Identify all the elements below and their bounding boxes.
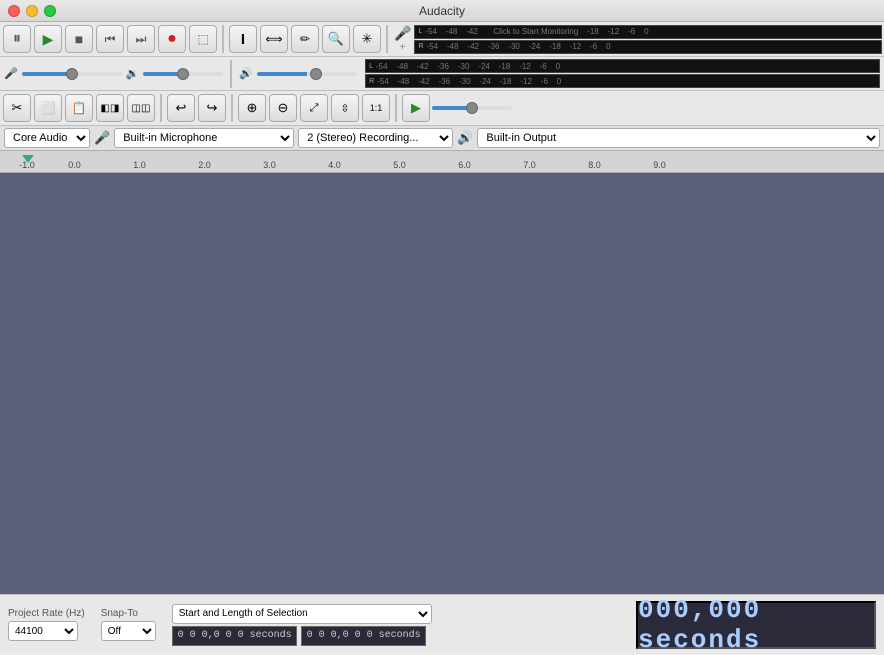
silence-button[interactable]: ◫◫	[127, 94, 155, 122]
fit-project-button[interactable]: ⤢	[300, 94, 328, 122]
ruler-tick: 8.0	[562, 160, 627, 170]
copy-button[interactable]: ⬜	[34, 94, 62, 122]
trim-button[interactable]: ◧◨	[96, 94, 124, 122]
vu-input-section: L -54 -48 -42 Click to Start Monitoring …	[414, 25, 882, 54]
sep4	[160, 94, 162, 122]
selection-mode-select[interactable]: Start and Length of Selection	[172, 604, 432, 624]
track-area	[0, 173, 884, 594]
project-rate-group: Project Rate (Hz) 44100	[8, 608, 85, 641]
ruler-tick: 4.0	[302, 160, 367, 170]
maximize-button[interactable]	[44, 5, 56, 17]
ruler-tick: 0.0	[42, 160, 107, 170]
zoom-in-button[interactable]: ⊕	[238, 94, 266, 122]
ruler-tick: 2.0	[172, 160, 237, 170]
output-device-select[interactable]: Built-in Output	[477, 128, 880, 148]
snap-to-select[interactable]: Off	[101, 621, 156, 641]
vu-output-section: L -54 -48 -42 -36 -30 -24 -18 -12 -6 0 R…	[365, 59, 880, 88]
device-row: Core Audio 🎤 Built-in Microphone 2 (Ster…	[0, 126, 884, 151]
snap-to-label: Snap-To	[101, 608, 156, 619]
vu-input-scale2: -54 -48 -42 -36 -30 -24 -18 -12 -6 0	[427, 42, 611, 51]
vu-output-scale2: -54 -48 -42 -36 -30 -24 -18 -12 -6 0	[377, 77, 561, 86]
record-button[interactable]: ●	[158, 25, 186, 53]
pause-button[interactable]: ⏸	[3, 25, 31, 53]
stop-button[interactable]: ■	[65, 25, 93, 53]
select-tool-button[interactable]: I	[229, 25, 257, 53]
big-time-display: 000,000 seconds	[636, 601, 876, 649]
project-rate-select[interactable]: 44100	[8, 621, 78, 641]
loop-button[interactable]: ⬚	[189, 25, 217, 53]
sep1	[222, 25, 224, 53]
sep5	[231, 94, 233, 122]
transport-row: ⏸ ▶ ■ ⏮ ⏭ ● ⬚ I ⟺ ✏ 🔍 ✳ 🎤 + L -54 -48 -4…	[0, 22, 884, 57]
skip-fwd-button[interactable]: ⏭	[127, 25, 155, 53]
ruler-ticks: -1.0 0.0 1.0 2.0 3.0 4.0 5.0 6.0 7.0 8.0…	[0, 160, 884, 170]
speaker-icon: 🔊	[239, 67, 253, 80]
sep3	[230, 60, 232, 88]
time-inputs	[172, 626, 432, 646]
vu-out-r-label: R	[369, 78, 374, 85]
undo-button[interactable]: ↩	[167, 94, 195, 122]
cut-button[interactable]: ✂	[3, 94, 31, 122]
fit-vertical-button[interactable]: ⇳	[331, 94, 359, 122]
selection-group: Start and Length of Selection	[172, 604, 432, 646]
envelope-tool-button[interactable]: ⟺	[260, 25, 288, 53]
slider-row: 🎤 🔉 🔊 L -54 -48 -42 -36 -30 -24 -18 -12 …	[0, 57, 884, 91]
host-select[interactable]: Core Audio	[4, 128, 90, 148]
output-volume-slider[interactable]	[257, 72, 357, 76]
sep2	[386, 25, 388, 53]
speaker-device-icon: 🔊	[457, 130, 473, 146]
mic-device-icon: 🎤	[94, 130, 110, 146]
skip-back-button[interactable]: ⏮	[96, 25, 124, 53]
snap-to-group: Snap-To Off	[101, 608, 156, 641]
input-balance-slider[interactable]	[143, 72, 223, 76]
mic-small-icon: 🎤	[4, 67, 18, 80]
play-button[interactable]: ▶	[34, 25, 62, 53]
close-button[interactable]	[8, 5, 20, 17]
time-input-start[interactable]	[172, 626, 297, 646]
paste-button[interactable]: 📋	[65, 94, 93, 122]
ruler-tick: 3.0	[237, 160, 302, 170]
vu-output-scale: -54 -48 -42 -36 -30 -24 -18 -12 -6 0	[376, 62, 560, 71]
draw-tool-button[interactable]: ✏	[291, 25, 319, 53]
status-bar: Project Rate (Hz) 44100 Snap-To Off Star…	[0, 594, 884, 654]
sep6	[395, 94, 397, 122]
time-input-length[interactable]	[301, 626, 426, 646]
vu-input-scale: -54 -48 -42 Click to Start Monitoring -1…	[425, 27, 648, 36]
timeline-ruler: -1.0 0.0 1.0 2.0 3.0 4.0 5.0 6.0 7.0 8.0…	[0, 151, 884, 173]
window-controls	[8, 5, 56, 17]
mic-icon[interactable]: 🎤	[394, 25, 411, 42]
vu-l-label: L	[418, 28, 422, 35]
input-device-select[interactable]: Built-in Microphone	[114, 128, 294, 148]
minimize-button[interactable]	[26, 5, 38, 17]
project-rate-label: Project Rate (Hz)	[8, 608, 85, 619]
redo-button[interactable]: ↪	[198, 94, 226, 122]
play-speed-slider[interactable]	[432, 106, 512, 110]
multi-tool-button[interactable]: ✳	[353, 25, 381, 53]
zoom-tool-button[interactable]: 🔍	[322, 25, 350, 53]
ruler-tick: 1.0	[107, 160, 172, 170]
vu-r-label: R	[418, 43, 423, 50]
vu-out-l-label: L	[369, 63, 373, 70]
ruler-tick: 7.0	[497, 160, 562, 170]
title-bar: Audacity	[0, 0, 884, 22]
play-at-speed-button[interactable]: ▶	[402, 94, 430, 122]
input-volume-slider[interactable]	[22, 72, 122, 76]
zoom-normal-button[interactable]: 1:1	[362, 94, 390, 122]
app-title: Audacity	[419, 4, 465, 18]
vol-icon: 🔉	[126, 67, 140, 80]
playhead-marker	[22, 155, 34, 163]
ruler-tick: 6.0	[432, 160, 497, 170]
channels-select[interactable]: 2 (Stereo) Recording...	[298, 128, 453, 148]
plus-icon: +	[400, 42, 406, 53]
ruler-tick: 9.0	[627, 160, 692, 170]
edit-toolbar-row: ✂ ⬜ 📋 ◧◨ ◫◫ ↩ ↪ ⊕ ⊖ ⤢ ⇳ 1:1 ▶	[0, 91, 884, 126]
big-time-value: 000,000 seconds	[638, 595, 874, 655]
zoom-out-button[interactable]: ⊖	[269, 94, 297, 122]
ruler-tick: 5.0	[367, 160, 432, 170]
